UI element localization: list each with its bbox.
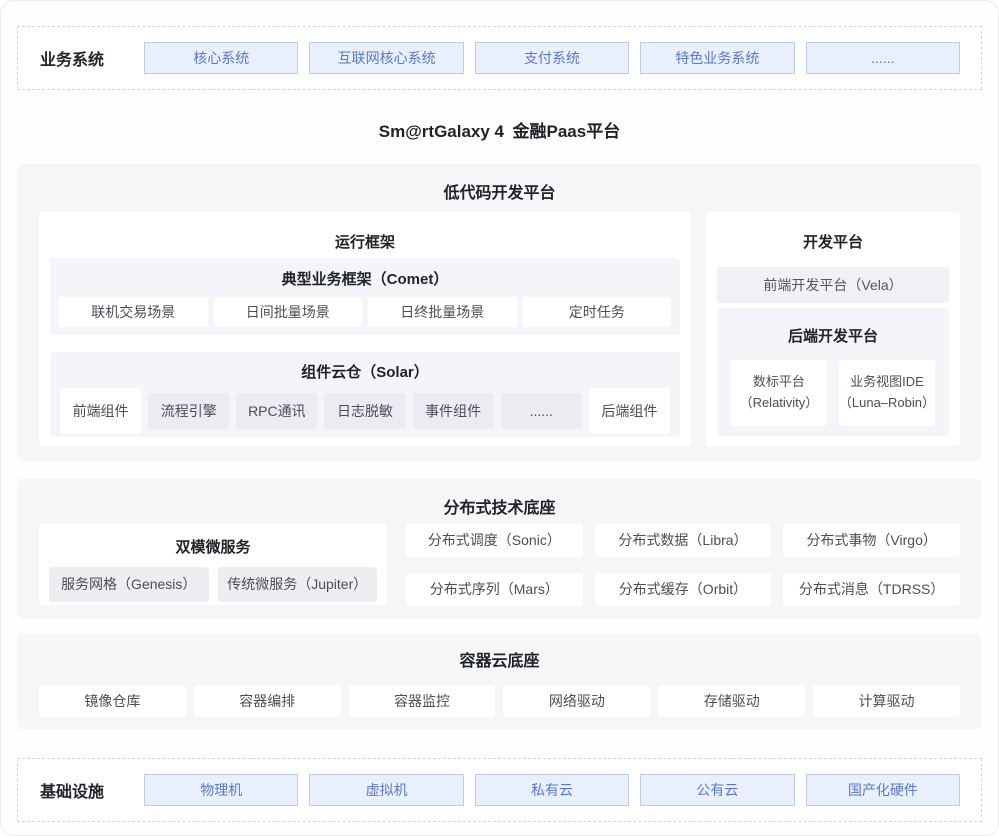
distributed-services-grid: 分布式调度（Sonic） 分布式数据（Libra） 分布式事物（Virgo） 分… [406,524,960,606]
luna-robin-ide-box: 业务视图IDE （Luna–Robin） [839,360,935,426]
storage-driver-box: 存储驱动 [658,685,805,717]
solar-items-row: 前端组件 流程引擎 RPC通讯 日志脱敏 事件组件 ...... 后端组件 [50,382,680,434]
compute-driver-box: 计算驱动 [813,685,960,717]
business-systems-strip: 业务系统 核心系统 互联网核心系统 支付系统 特色业务系统 ...... [17,26,982,90]
comet-items-row: 联机交易场景 日间批量场景 日终批量场景 定时任务 [50,289,680,327]
business-systems-items: 核心系统 互联网核心系统 支付系统 特色业务系统 ...... [144,42,960,74]
distributed-sequence-mars-box: 分布式序列（Mars） [406,573,583,606]
comet-framework-title: 典型业务框架（Comet） [50,258,680,289]
distributed-transaction-virgo-box: 分布式事物（Virgo） [783,524,960,557]
comet-box-eod-batch: 日终批量场景 [368,297,517,327]
infrastructure-strip: 基础设施 物理机 虚拟机 私有云 公有云 国产化硬件 [17,758,982,822]
solar-box-backend-components: 后端组件 [589,388,670,434]
solar-box-log-masking: 日志脱敏 [324,393,405,429]
container-cloud-section: 容器云底座 镜像仓库 容器编排 容器监控 网络驱动 存储驱动 计算驱动 [17,634,982,729]
container-items-row: 镜像仓库 容器编排 容器监控 网络驱动 存储驱动 计算驱动 [17,671,982,717]
dev-platform-panel: 开发平台 前端开发平台（Vela） 后端开发平台 数标平台 （Relativit… [706,212,960,446]
solar-component-title: 组件云仓（Solar） [50,352,680,382]
distributed-message-tdrss-box: 分布式消息（TDRSS） [783,573,960,606]
infra-chip-domestic-hardware: 国产化硬件 [806,774,960,806]
comet-box-online-trade: 联机交易场景 [59,297,208,327]
backend-dev-items-row: 数标平台 （Relativity） 业务视图IDE （Luna–Robin） [717,346,949,426]
distributed-cache-orbit-box: 分布式缓存（Orbit） [595,573,772,606]
lowcode-platform-section: 低代码开发平台 运行框架 典型业务框架（Comet） 联机交易场景 日间批量场景… [17,164,982,461]
infra-chip-public-cloud: 公有云 [640,774,794,806]
distributed-scheduling-sonic-box: 分布式调度（Sonic） [406,524,583,557]
comet-box-intraday-batch: 日间批量场景 [214,297,363,327]
distributed-data-libra-box: 分布式数据（Libra） [595,524,772,557]
container-cloud-title: 容器云底座 [17,634,982,671]
business-chip-internet-core: 互联网核心系统 [309,42,463,74]
infrastructure-items: 物理机 虚拟机 私有云 公有云 国产化硬件 [144,774,960,806]
container-orchestration-box: 容器编排 [194,685,341,717]
business-chip-core: 核心系统 [144,42,298,74]
infrastructure-label: 基础设施 [18,778,144,802]
network-driver-box: 网络驱动 [503,685,650,717]
solar-component-panel: 组件云仓（Solar） 前端组件 流程引擎 RPC通讯 日志脱敏 事件组件 ..… [50,352,680,437]
frontend-dev-platform-box: 前端开发平台（Vela） [717,267,949,303]
infra-chip-physical-machine: 物理机 [144,774,298,806]
runtime-framework-title: 运行框架 [39,212,691,252]
relativity-platform-code: （Relativity） [731,393,827,414]
infra-chip-private-cloud: 私有云 [475,774,629,806]
solar-box-rpc: RPC通讯 [236,393,317,429]
lowcode-platform-title: 低代码开发平台 [17,164,982,203]
business-chip-more: ...... [806,42,960,74]
dev-platform-title: 开发平台 [706,212,960,252]
solar-box-process-engine: 流程引擎 [148,393,229,429]
business-chip-special: 特色业务系统 [640,42,794,74]
container-monitoring-box: 容器监控 [349,685,496,717]
solar-box-frontend-components: 前端组件 [60,388,141,434]
solar-box-more: ...... [501,393,582,429]
backend-dev-platform-panel: 后端开发平台 数标平台 （Relativity） 业务视图IDE （Luna–R… [717,308,949,436]
backend-dev-platform-title: 后端开发平台 [717,308,949,346]
traditional-microservice-jupiter-box: 传统微服务（Jupiter） [218,567,378,602]
luna-robin-ide-code: （Luna–Robin） [839,393,935,414]
architecture-diagram: 业务系统 核心系统 互联网核心系统 支付系统 特色业务系统 ...... Sm@… [0,0,999,836]
distributed-base-section: 分布式技术底座 双模微服务 服务网格（Genesis） 传统微服务（Jupite… [17,479,982,619]
relativity-platform-box: 数标平台 （Relativity） [731,360,827,426]
comet-framework-panel: 典型业务框架（Comet） 联机交易场景 日间批量场景 日终批量场景 定时任务 [50,258,680,335]
business-systems-label: 业务系统 [18,46,144,70]
comet-box-scheduled-task: 定时任务 [523,297,672,327]
dual-mode-microservice-panel: 双模微服务 服务网格（Genesis） 传统微服务（Jupiter） [39,524,387,605]
business-chip-payment: 支付系统 [475,42,629,74]
dual-mode-microservice-title: 双模微服务 [39,524,387,557]
dual-mode-items-row: 服务网格（Genesis） 传统微服务（Jupiter） [39,557,387,602]
platform-title: Sm@rtGalaxy 4 金融Paas平台 [1,117,998,142]
image-registry-box: 镜像仓库 [39,685,186,717]
infra-chip-virtual-machine: 虚拟机 [309,774,463,806]
solar-box-event-components: 事件组件 [413,393,494,429]
relativity-platform-name: 数标平台 [731,372,827,393]
luna-robin-ide-name: 业务视图IDE [839,372,935,393]
distributed-base-title: 分布式技术底座 [17,479,982,518]
service-mesh-genesis-box: 服务网格（Genesis） [49,567,209,602]
runtime-framework-panel: 运行框架 典型业务框架（Comet） 联机交易场景 日间批量场景 日终批量场景 … [39,212,691,446]
